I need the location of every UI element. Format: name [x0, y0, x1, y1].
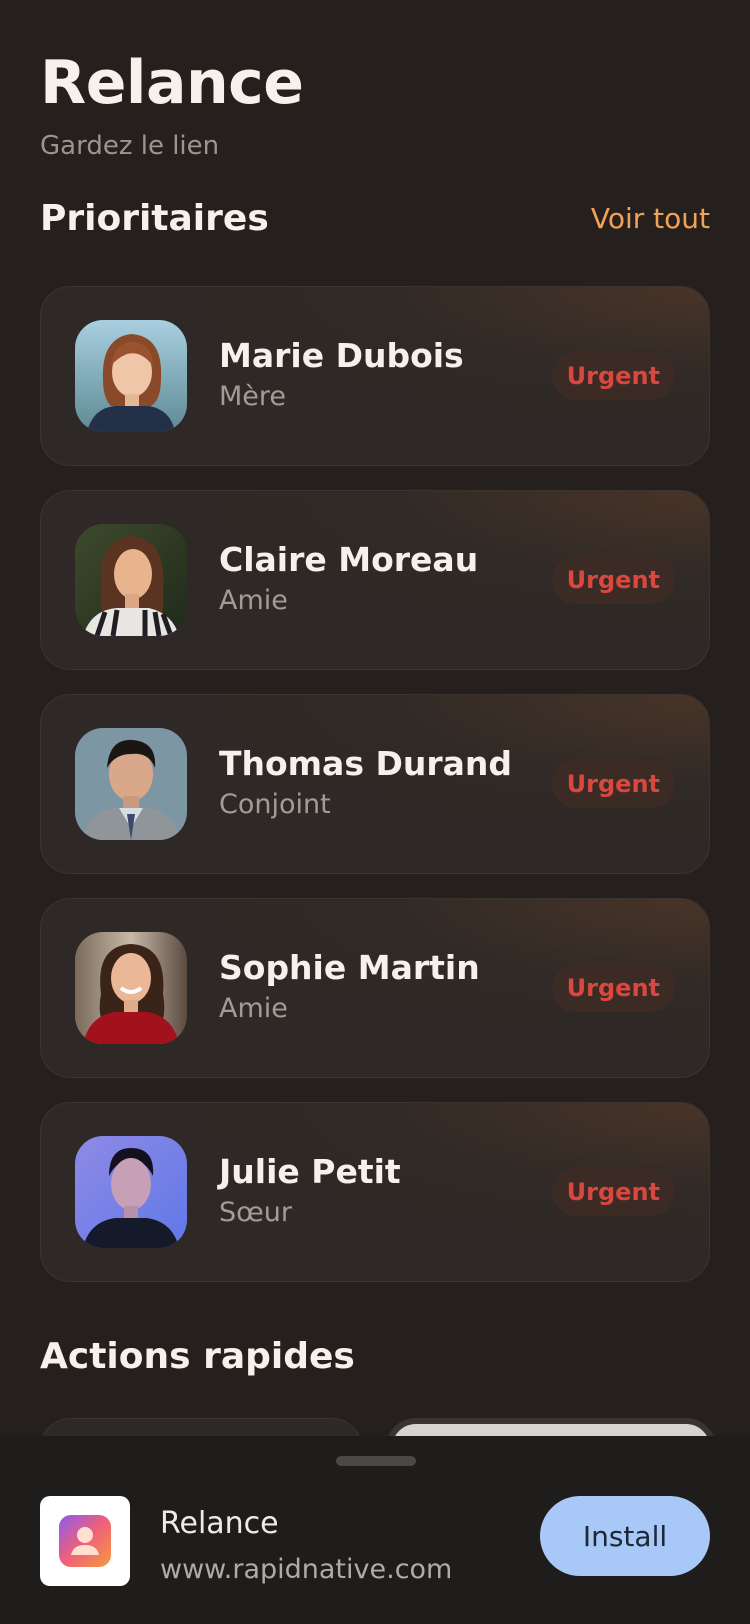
- contact-relation: Conjoint: [219, 789, 331, 820]
- quick-actions-section-header: Actions rapides: [40, 1336, 710, 1377]
- contact-relation: Amie: [219, 993, 288, 1024]
- priority-section-header: Prioritaires Voir tout: [40, 198, 710, 239]
- banner-app-name: Relance: [160, 1506, 279, 1541]
- contact-card[interactable]: Thomas Durand Conjoint Urgent: [40, 694, 710, 874]
- urgent-badge: Urgent: [551, 760, 675, 808]
- contact-name: Thomas Durand: [219, 744, 513, 783]
- contact-relation: Amie: [219, 585, 288, 616]
- install-button[interactable]: Install: [540, 1496, 710, 1576]
- contact-name: Sophie Martin: [219, 948, 480, 987]
- avatar: [75, 728, 187, 840]
- priority-contact-list: Marie Dubois Mère Urgent Claire Moreau A…: [40, 286, 710, 1306]
- contact-card[interactable]: Julie Petit Sœur Urgent: [40, 1102, 710, 1282]
- avatar-photo-icon: [75, 320, 187, 432]
- avatar-photo-icon: [75, 728, 187, 840]
- urgent-badge: Urgent: [551, 556, 675, 604]
- urgent-badge: Urgent: [551, 352, 675, 400]
- urgent-badge: Urgent: [551, 1168, 675, 1216]
- contact-relation: Mère: [219, 381, 287, 412]
- quick-actions-title: Actions rapides: [40, 1336, 355, 1377]
- urgent-badge: Urgent: [551, 964, 675, 1012]
- contact-app-icon: [59, 1515, 111, 1567]
- banner-app-url: www.rapidnative.com: [160, 1554, 453, 1585]
- page-subtitle: Gardez le lien: [40, 131, 220, 161]
- app-icon: [40, 1496, 130, 1586]
- contact-relation: Sœur: [219, 1197, 292, 1228]
- contact-name: Marie Dubois: [219, 336, 464, 375]
- sheet-drag-handle[interactable]: [336, 1456, 416, 1466]
- contact-card[interactable]: Claire Moreau Amie Urgent: [40, 490, 710, 670]
- see-all-link[interactable]: Voir tout: [591, 202, 710, 235]
- avatar: [75, 524, 187, 636]
- contact-name: Claire Moreau: [219, 540, 479, 579]
- contact-card[interactable]: Sophie Martin Amie Urgent: [40, 898, 710, 1078]
- priority-section-title: Prioritaires: [40, 198, 269, 239]
- avatar-photo-icon: [75, 932, 187, 1044]
- avatar: [75, 320, 187, 432]
- avatar: [75, 1136, 187, 1248]
- install-banner: Relance www.rapidnative.com Install: [0, 1436, 750, 1624]
- avatar: [75, 932, 187, 1044]
- contact-name: Julie Petit: [219, 1152, 401, 1191]
- avatar-photo-icon: [75, 1136, 187, 1248]
- contact-card[interactable]: Marie Dubois Mère Urgent: [40, 286, 710, 466]
- page-title: Relance: [40, 48, 304, 118]
- app-screen: Relance Gardez le lien Prioritaires Voir…: [0, 0, 750, 1624]
- avatar-photo-icon: [75, 524, 187, 636]
